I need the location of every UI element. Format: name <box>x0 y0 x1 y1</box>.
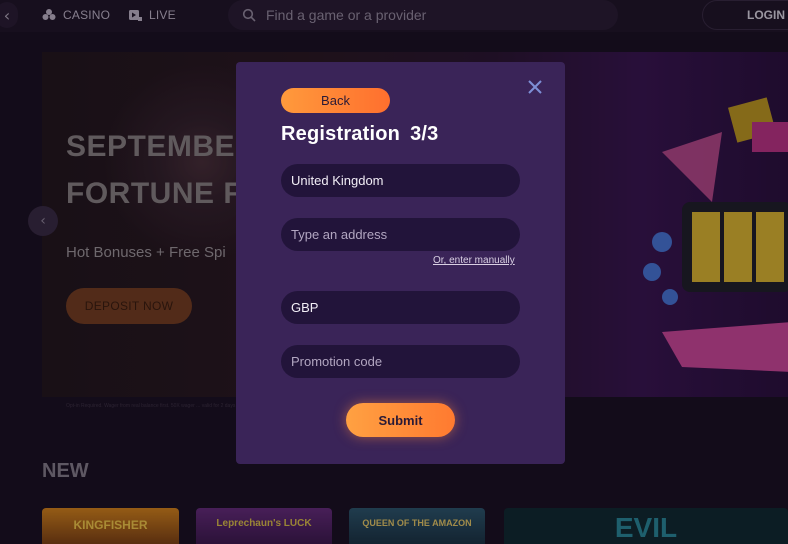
submit-button[interactable]: Submit <box>346 403 455 437</box>
registration-step: 3/3 <box>410 123 439 145</box>
registration-title: Registration 3/3 <box>281 123 439 146</box>
currency-field[interactable] <box>281 291 520 324</box>
address-field[interactable] <box>281 218 520 251</box>
promo-code-field[interactable] <box>281 345 520 378</box>
close-icon[interactable] <box>526 78 544 96</box>
country-field[interactable] <box>281 164 520 197</box>
registration-modal: Back Registration3/3 Or, enter manually … <box>236 62 565 464</box>
back-button[interactable]: Back <box>281 88 390 113</box>
registration-title-text: Registration <box>281 123 401 145</box>
enter-manually-link[interactable]: Or, enter manually <box>433 255 515 266</box>
